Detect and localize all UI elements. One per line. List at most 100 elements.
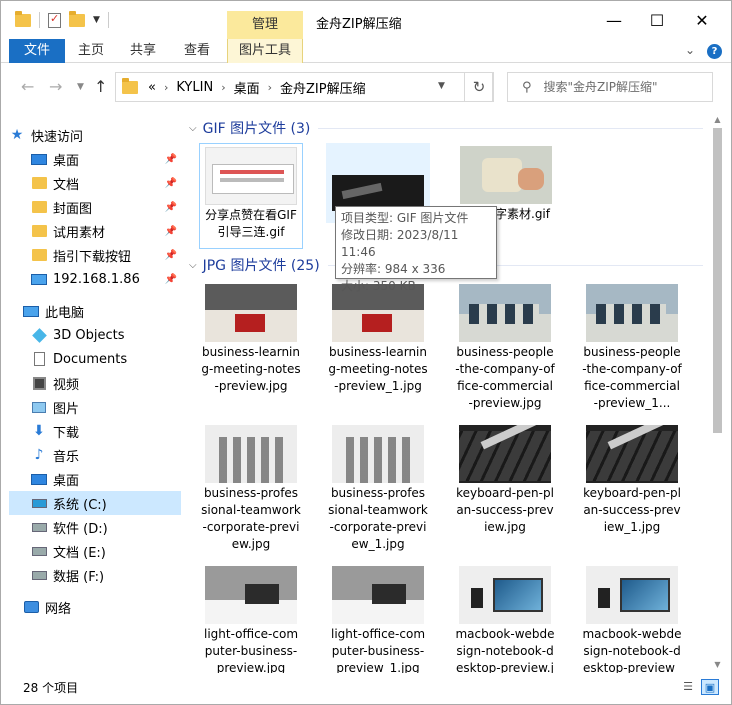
sidebar-item-label: 此电脑 <box>45 305 85 321</box>
file-name: light-office-computer-business-preview.j… <box>203 627 299 673</box>
new-folder-icon[interactable] <box>69 10 85 27</box>
file-tile[interactable]: business-people-the-company-office-comme… <box>580 281 684 412</box>
sidebar-item-label: 系统 (C:) <box>53 497 107 513</box>
breadcrumb-separator: › <box>163 80 169 94</box>
jpg-thumbnail <box>332 425 424 483</box>
back-button[interactable]: ← <box>21 77 34 96</box>
desktop-icon <box>31 152 47 166</box>
sidebar-item-documents[interactable]: 文档 📌 <box>9 171 181 195</box>
vertical-scrollbar[interactable]: ▲ ▼ <box>709 111 726 673</box>
file-name: business-people-the-company-office-comme… <box>455 345 555 410</box>
file-tile[interactable]: business-learning-meeting-notes-preview.… <box>199 281 303 395</box>
address-bar[interactable]: « › KYLIN › 桌面 › 金舟ZIP解压缩 <box>115 72 493 102</box>
minimize-button[interactable]: — <box>591 1 637 39</box>
toolbar-divider <box>107 12 109 28</box>
jpg-thumbnail <box>459 425 551 483</box>
file-info-tooltip: 项目类型: GIF 图片文件 修改日期: 2023/8/11 11:46 分辨率… <box>335 206 497 293</box>
sidebar-item-label: 桌面 <box>53 153 80 169</box>
sidebar-item-drive-f[interactable]: 数据 (F:) <box>9 563 181 587</box>
jpg-thumbnail <box>586 284 678 342</box>
breadcrumb-separator: › <box>221 80 226 94</box>
breadcrumb-overflow[interactable]: « <box>148 80 156 95</box>
ribbon-tabs: 文件 主页 共享 查看 图片工具 ⌄ ? <box>1 39 731 63</box>
breadcrumb-desktop[interactable]: 桌面 <box>234 78 260 97</box>
sidebar-item-this-pc[interactable]: 此电脑 <box>9 299 181 323</box>
sidebar-item-network[interactable]: 网络 <box>9 595 181 619</box>
maximize-button[interactable]: ☐ <box>634 1 680 39</box>
search-input[interactable] <box>543 80 704 94</box>
sidebar-item-label: Documents <box>53 351 128 367</box>
breadcrumb-current[interactable]: 金舟ZIP解压缩 <box>280 78 366 97</box>
sidebar-item-pictures[interactable]: 图片 <box>9 395 181 419</box>
sidebar-item-documents-en[interactable]: Documents <box>9 347 181 371</box>
search-box[interactable]: ⚲ <box>507 72 713 102</box>
sidebar-item-desktop[interactable]: 桌面 📌 <box>9 147 181 171</box>
sidebar-item-trial[interactable]: 试用素材 📌 <box>9 219 181 243</box>
scroll-up-icon[interactable]: ▲ <box>709 111 726 128</box>
file-tile[interactable]: light-office-computer-business-preview_1… <box>326 563 430 673</box>
sidebar-item-drive-d[interactable]: 软件 (D:) <box>9 515 181 539</box>
tab-share[interactable]: 共享 <box>117 39 169 63</box>
picture-icon <box>31 400 47 414</box>
sidebar-item-downloads[interactable]: ⬇ 下载 <box>9 419 181 443</box>
sidebar-item-label: 软件 (D:) <box>53 521 108 537</box>
sidebar-item-drive-c[interactable]: 系统 (C:) <box>9 491 181 515</box>
pin-icon: 📌 <box>164 249 177 261</box>
scrollbar-thumb[interactable] <box>713 128 722 433</box>
sidebar-item-videos[interactable]: 视频 <box>9 371 181 395</box>
jpg-thumbnail <box>205 284 297 342</box>
collapse-chevron-icon[interactable]: ⌵ <box>189 260 197 271</box>
computer-icon <box>23 304 39 318</box>
tab-home[interactable]: 主页 <box>65 39 117 63</box>
group-divider <box>318 127 703 129</box>
customize-toolbar-icon[interactable]: ▼ <box>93 15 100 25</box>
up-button[interactable]: ↑ <box>94 77 107 96</box>
scroll-down-icon[interactable]: ▼ <box>709 656 726 673</box>
properties-icon[interactable] <box>48 12 61 28</box>
jpg-thumbnail <box>332 566 424 624</box>
tab-view[interactable]: 查看 <box>169 39 225 63</box>
details-view-icon[interactable]: ☰ <box>679 679 697 695</box>
file-tile[interactable]: business-professional-teamwork-corporate… <box>199 422 303 553</box>
group-header-gif[interactable]: ⌵ GIF 图片文件 (3) <box>189 118 703 138</box>
sidebar-item-quick-access[interactable]: ★ 快速访问 <box>9 123 181 147</box>
pin-icon: 📌 <box>164 225 177 237</box>
sidebar-item-label: 数据 (F:) <box>53 569 105 585</box>
jpg-thumbnail <box>459 566 551 624</box>
computer-icon <box>31 272 47 286</box>
recent-locations-icon[interactable]: ▼ <box>77 82 84 92</box>
close-button[interactable]: ✕ <box>679 1 725 39</box>
sidebar-item-drive-e[interactable]: 文档 (E:) <box>9 539 181 563</box>
sidebar-item-desktop-pc[interactable]: 桌面 <box>9 467 181 491</box>
file-tile[interactable]: business-learning-meeting-notes-preview_… <box>326 281 430 395</box>
refresh-button[interactable]: ↻ <box>464 72 494 102</box>
file-tile[interactable]: 分享点赞在看GIF引导三连.gif <box>199 143 303 249</box>
expand-ribbon-icon[interactable]: ⌄ <box>685 43 695 57</box>
drive-icon <box>31 568 47 582</box>
file-tile[interactable]: keyboard-pen-plan-success-preview.jpg <box>453 422 557 536</box>
file-explorer-window: ▼ 管理 金舟ZIP解压缩 — ☐ ✕ 文件 主页 共享 查看 图片工具 ⌄ ?… <box>0 0 732 705</box>
sidebar-item-download-guide[interactable]: 指引下载按钮 📌 <box>9 243 181 267</box>
sidebar-item-network-share[interactable]: 192.168.1.86 📌 <box>9 267 181 291</box>
collapse-chevron-icon[interactable]: ⌵ <box>189 123 197 134</box>
address-dropdown-icon[interactable]: ▼ <box>438 81 445 91</box>
sidebar-item-3d-objects[interactable]: 3D Objects <box>9 323 181 347</box>
tab-file[interactable]: 文件 <box>9 39 65 63</box>
sidebar-item-cover[interactable]: 封面图 📌 <box>9 195 181 219</box>
file-tile[interactable]: light-office-computer-business-preview.j… <box>199 563 303 673</box>
help-icon[interactable]: ? <box>707 44 722 59</box>
tab-picture-tools[interactable]: 图片工具 <box>227 39 303 63</box>
sidebar-item-label: 音乐 <box>53 449 80 465</box>
navigation-bar: ← → ▼ ↑ « › KYLIN › 桌面 › 金舟ZIP解压缩 ▼ ↻ ⚲ <box>1 64 731 110</box>
file-tile[interactable]: business-people-the-company-office-comme… <box>453 281 557 412</box>
file-tile[interactable]: macbook-webdesign-notebook-desktop-previ… <box>453 563 557 673</box>
folder-icon <box>31 248 47 262</box>
breadcrumb-kylin[interactable]: KYLIN <box>176 80 213 95</box>
group-title: GIF 图片文件 (3) <box>202 121 311 137</box>
sidebar-item-music[interactable]: ♪ 音乐 <box>9 443 181 467</box>
file-tile[interactable]: macbook-webdesign-notebook-desktop-previ… <box>580 563 684 673</box>
forward-button[interactable]: → <box>49 77 62 96</box>
file-tile[interactable]: business-professional-teamwork-corporate… <box>326 422 430 553</box>
large-icons-view-icon[interactable]: ▣ <box>701 679 719 695</box>
file-tile[interactable]: keyboard-pen-plan-success-preview_1.jpg <box>580 422 684 536</box>
